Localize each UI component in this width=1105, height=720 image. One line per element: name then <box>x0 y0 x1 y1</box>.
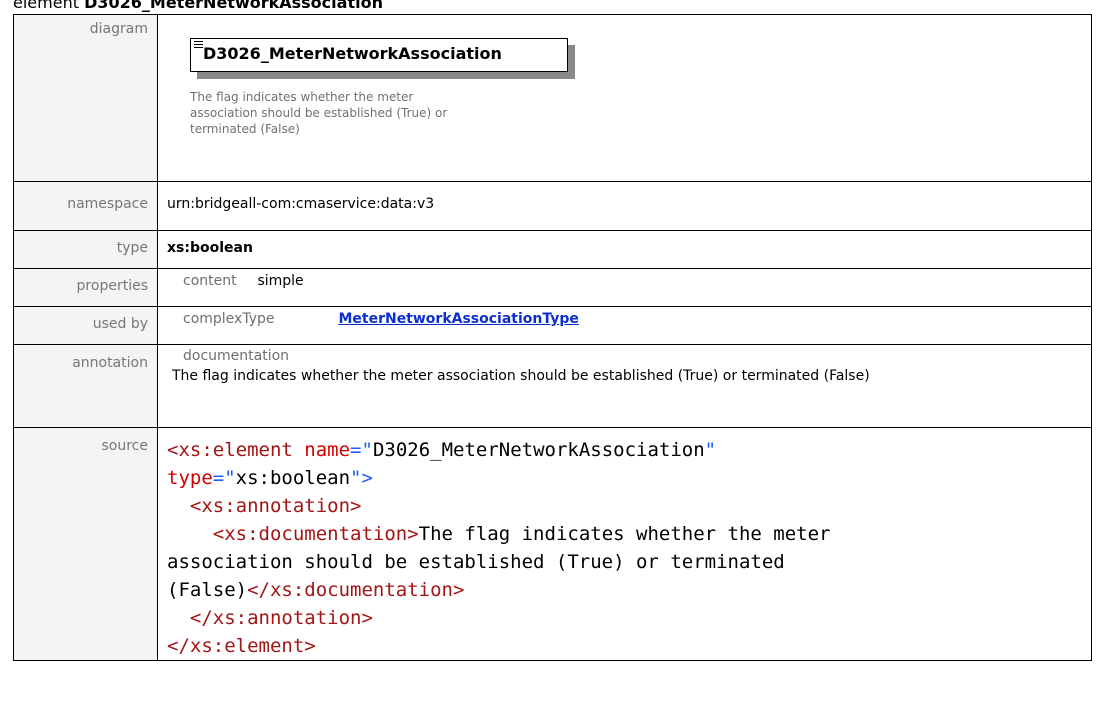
label-source: source <box>13 427 158 661</box>
heading-prefix: element <box>13 0 79 12</box>
row-diagram: diagram D3026_MeterNetworkAssociation Th… <box>13 14 1092 182</box>
src-documentation-close: </xs:documentation> <box>247 579 465 601</box>
page-heading: element D3026_MeterNetworkAssociation <box>13 0 383 15</box>
label-annotation: annotation <box>13 344 158 428</box>
source-cell: <xs:element name="D3026_MeterNetworkAsso… <box>157 427 1092 661</box>
src-close2: "> <box>350 467 373 489</box>
diagram-doc-line: terminated (False) <box>190 122 300 136</box>
namespace-value: urn:bridgeall-com:cmaservice:data:v3 <box>167 196 435 212</box>
src-attr-name: name <box>304 439 351 461</box>
src-doc-text1: The flag indicates whether the meter <box>418 523 831 545</box>
src-annotation-open: <xs:annotation> <box>189 495 362 517</box>
namespace-cell: urn:bridgeall-com:cmaservice:data:v3 <box>157 181 1092 231</box>
properties-cell: content simple <box>157 268 1092 307</box>
source-code: <xs:element name="D3026_MeterNetworkAsso… <box>158 428 1091 660</box>
row-annotation: annotation documentation The flag indica… <box>13 344 1092 428</box>
heading-element-name: D3026_MeterNetworkAssociation <box>84 0 383 12</box>
src-quote1: " <box>704 439 717 461</box>
diagram-element-name: D3026_MeterNetworkAssociation <box>203 44 502 63</box>
row-type: type xs:boolean <box>13 230 1092 269</box>
diagram-documentation: The flag indicates whether the meter ass… <box>190 89 560 137</box>
meter-network-association-type-link[interactable]: MeterNetworkAssociationType <box>338 311 578 327</box>
diagram-cell: D3026_MeterNetworkAssociation The flag i… <box>157 14 1092 182</box>
used-by-kind: complexType <box>183 311 275 327</box>
label-used-by: used by <box>13 306 158 345</box>
label-type: type <box>13 230 158 269</box>
properties-value: simple <box>257 273 304 289</box>
row-used-by: used by complexType MeterNetworkAssociat… <box>13 306 1092 345</box>
src-type-value: xs:boolean <box>235 467 351 489</box>
used-by-cell: complexType MeterNetworkAssociationType <box>157 306 1092 345</box>
row-namespace: namespace urn:bridgeall-com:cmaservice:d… <box>13 181 1092 231</box>
type-cell: xs:boolean <box>157 230 1092 269</box>
src-annotation-close: </xs:annotation> <box>189 607 373 629</box>
src-documentation-open: <xs:documentation> <box>212 523 419 545</box>
diagram-doc-line: association should be established (True)… <box>190 106 448 120</box>
src-eq1: =" <box>350 439 373 461</box>
annotation-key: documentation <box>183 348 290 364</box>
label-diagram: diagram <box>13 14 158 182</box>
src-doc-text2: association should be established (True)… <box>167 551 785 573</box>
label-properties: properties <box>13 268 158 307</box>
annotation-text: The flag indicates whether the meter ass… <box>172 368 870 384</box>
properties-key: content <box>183 273 237 289</box>
element-diagram: D3026_MeterNetworkAssociation The flag i… <box>158 15 1091 181</box>
row-properties: properties content simple <box>13 268 1092 307</box>
src-element-open: <xs:element <box>167 439 305 461</box>
element-doc-table: diagram D3026_MeterNetworkAssociation Th… <box>13 14 1092 661</box>
src-attr-type: type <box>167 467 213 489</box>
type-value: xs:boolean <box>167 240 253 256</box>
diagram-element-box[interactable]: D3026_MeterNetworkAssociation <box>190 38 568 72</box>
src-element-close: </xs:element> <box>167 635 316 657</box>
src-eq2: =" <box>212 467 236 489</box>
label-namespace: namespace <box>13 181 158 231</box>
diagram-doc-line: The flag indicates whether the meter <box>190 90 414 104</box>
src-doc-text3: (False) <box>167 579 248 601</box>
element-icon <box>194 41 203 50</box>
row-source: source <xs:element name="D3026_MeterNetw… <box>13 427 1092 661</box>
annotation-cell: documentation The flag indicates whether… <box>157 344 1092 428</box>
src-name-value: D3026_MeterNetworkAssociation <box>372 439 705 461</box>
